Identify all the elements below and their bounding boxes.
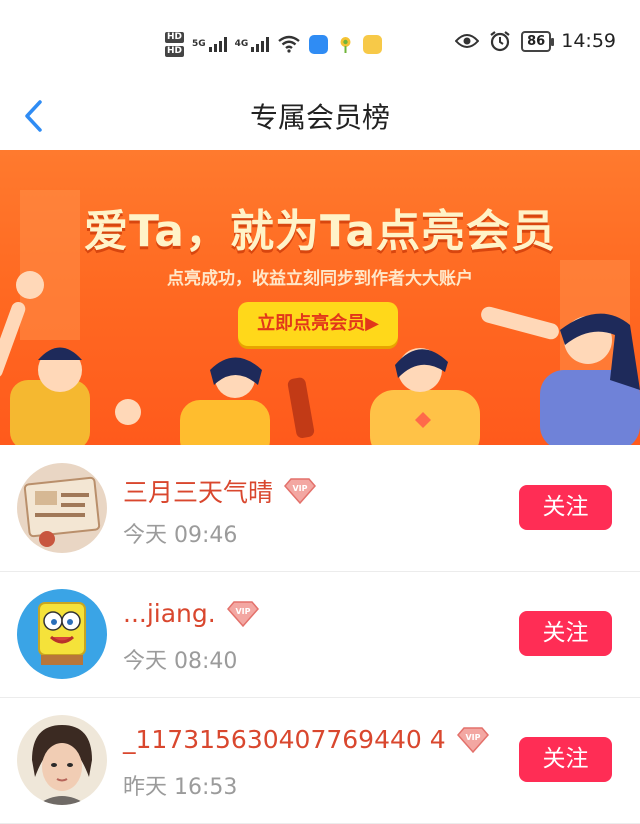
svg-text:VIP: VIP <box>235 607 250 616</box>
member-name[interactable]: _117315630407769440 4 <box>123 725 446 754</box>
person-mid-illustration <box>370 348 480 445</box>
avatar[interactable] <box>17 463 107 553</box>
banner-illustration <box>0 271 640 445</box>
follow-button[interactable]: 关注 <box>519 611 612 656</box>
battery-indicator: 86 <box>521 30 555 52</box>
torch-illustration <box>287 377 315 438</box>
hd2-badge: HD <box>165 45 185 57</box>
member-name[interactable]: 三月三天气晴 <box>123 473 273 509</box>
flower-app-icon <box>336 35 355 54</box>
network-4g-label: 4G <box>234 39 249 49</box>
member-name-row[interactable]: 三月三天气晴 VIP <box>123 473 317 509</box>
list-item[interactable]: _117315630407769440 4 VIP 昨天 16:53 关注 <box>0 697 640 824</box>
cloud-app-icon <box>309 34 329 54</box>
vip-badge-icon: VIP <box>456 726 489 753</box>
member-time: 昨天 16:53 <box>123 775 238 800</box>
svg-text:VIP: VIP <box>465 733 480 742</box>
person-right-illustration <box>481 306 640 445</box>
wifi-icon <box>278 35 301 53</box>
vip-badge-icon: VIP <box>284 478 317 505</box>
list-item[interactable]: 三月三天气晴 VIP 今天 09:46 关注 <box>0 445 640 572</box>
nav-header: 专属会员榜 <box>0 86 640 148</box>
follow-button[interactable]: 关注 <box>519 485 612 530</box>
hd1-badge: HD <box>165 31 185 43</box>
member-name-row[interactable]: _117315630407769440 4 VIP <box>123 725 490 754</box>
alarm-icon <box>490 31 510 52</box>
page-title: 专属会员榜 <box>249 101 390 134</box>
status-time: 14:59 <box>561 30 616 52</box>
network-5g-label: 5G <box>192 39 206 49</box>
avatar[interactable] <box>17 589 107 679</box>
member-time: 今天 08:40 <box>123 649 238 674</box>
svg-text:VIP: VIP <box>293 484 308 493</box>
avatar[interactable] <box>17 715 107 805</box>
person-mid-left-illustration <box>115 357 270 445</box>
member-name-row[interactable]: ...jiang. VIP <box>123 599 260 628</box>
follow-button[interactable]: 关注 <box>519 737 612 782</box>
promo-banner[interactable]: 爱Ta，就为Ta点亮会员 点亮成功，收益立刻同步到作者大大账户 立即点亮会员▶ <box>0 150 640 445</box>
member-name[interactable]: ...jiang. <box>123 599 216 628</box>
vip-badge-icon: VIP <box>226 600 259 627</box>
gift-app-icon <box>363 34 383 54</box>
status-right: 86 14:59 <box>455 30 616 52</box>
person-left-illustration <box>0 271 90 445</box>
status-bar: HD HD 5G 4G 86 14:59 <box>0 0 640 88</box>
list-item[interactable]: ...jiang. VIP 今天 08:40 关注 <box>0 571 640 698</box>
signal-icon <box>208 36 227 52</box>
hd-indicators: HD HD <box>165 31 185 57</box>
status-left: HD HD 5G 4G <box>165 24 383 64</box>
eye-icon <box>455 34 480 48</box>
member-time: 今天 09:46 <box>123 523 238 548</box>
signal-icon <box>251 36 270 52</box>
